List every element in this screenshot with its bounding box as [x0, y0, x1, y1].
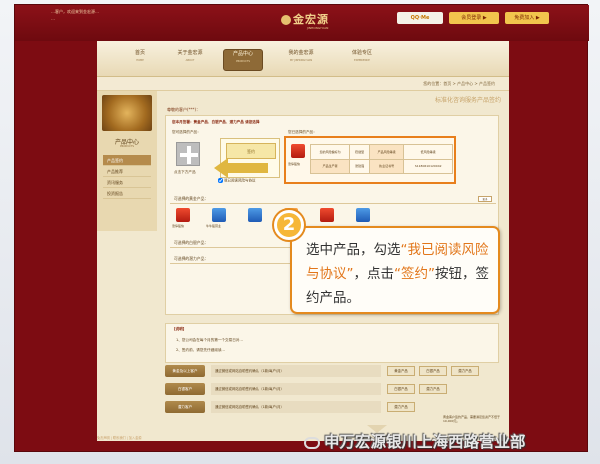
gold-product-2-icon[interactable] — [212, 208, 226, 222]
potential-customer-row: 潜力客户 通过微信或网站自助签约确认（1款/每户/月） 潜力产品 — [165, 401, 499, 413]
gold-product-1-icon[interactable] — [176, 208, 190, 222]
gold-product-6-icon[interactable] — [356, 208, 370, 222]
selected-product-name: 涨停股快 — [288, 162, 301, 166]
site-header: …客户，欢迎来到金宏源… … 金宏源 JINHONGYUAN QQ·Me 会员登… — [15, 5, 589, 41]
qq-button[interactable]: QQ·Me — [397, 12, 443, 24]
nav-item-experience[interactable]: 体验专区 EXPERIENCE — [339, 49, 385, 71]
gold-product-button[interactable]: 黄金产品 — [387, 366, 415, 376]
silver-product-button[interactable]: 白银产品 — [419, 366, 447, 376]
breadcrumb[interactable]: 您的位置：首页 > 产品中心 > 产品签约 — [423, 81, 495, 87]
sidebar-item-info[interactable]: 资讯服务 — [103, 177, 151, 188]
info-cell: 稳健型 — [349, 144, 370, 160]
row-label: 白银客户 — [165, 383, 205, 395]
selected-product-box: 涨停股快 您的风险偏好为 稳健型 产品风险等级 低风险等级 产品生产者 张建强 — [284, 136, 456, 184]
potential-product-button[interactable]: 潜力产品 — [387, 402, 415, 412]
sidebar-item-sign[interactable]: 产品签约 — [103, 155, 151, 166]
gold-section-header: 可选择的黄金产品： 更多 — [170, 194, 496, 204]
explain-title: 【说明】 — [172, 327, 187, 331]
product-bull-icon[interactable] — [291, 144, 305, 158]
potential-product-button[interactable]: 潜力产品 — [419, 384, 447, 394]
header-top-text-2: … — [51, 16, 55, 21]
row-text: 通过微信或网站自助签约确认（1款/每户/月） — [211, 365, 381, 377]
choose-label: 您可选择的产品： — [172, 130, 201, 134]
more-button[interactable]: 更多 — [478, 196, 492, 202]
logo-icon — [281, 15, 291, 25]
site-logo[interactable]: 金宏源 — [281, 11, 329, 27]
potential-product-button[interactable]: 潜力产品 — [451, 366, 479, 376]
greeting: 尊敬的客户(***)： — [167, 107, 201, 112]
info-cell: 张建强 — [349, 158, 370, 174]
info-cell: 产品生产者 — [309, 158, 351, 174]
row-text: 通过微信或网站自助签约确认（1款/每户/月） — [211, 401, 381, 413]
plus-caption: 点击下方产品 — [174, 170, 196, 174]
sidebar-menu: 产品签约 产品推荐 资讯服务 投资报告 — [103, 155, 151, 199]
gold-section-label: 可选择的黄金产品： — [174, 196, 209, 201]
slide-page: …客户，欢迎来到金宏源… … 金宏源 JINHONGYUAN QQ·Me 会员登… — [0, 0, 600, 464]
left-arrow-icon — [214, 158, 228, 178]
nav-item-about[interactable]: 关于金宏源 ABOUT — [167, 49, 213, 71]
sidebar-item-report[interactable]: 投资报告 — [103, 188, 151, 199]
gold-product-2-label: 牛牛股营业 — [206, 224, 222, 228]
watermark: 申万宏源银川上海西路营业部 — [304, 430, 594, 454]
agree-checkbox-row[interactable]: 我已阅读风险与协议 — [218, 178, 256, 184]
left-arrow-bar — [228, 163, 268, 173]
silver-customer-row: 白银客户 通过微信或网站自助签约确认（1款/每户/月） 白银产品 潜力产品 — [165, 383, 499, 395]
explain-line-1: 1、您公司会在每个月的第一个交易日对… — [176, 338, 243, 342]
nav-item-products[interactable]: 产品中心 PRODUCTS — [223, 49, 263, 71]
breadcrumb-bar: 您的位置：首页 > 产品中心 > 产品签约 — [97, 77, 509, 91]
nav-item-home[interactable]: 首页 HOME — [123, 49, 157, 71]
sidebar: 产品中心 PRODUCTS 产品签约 产品推荐 资讯服务 投资报告 — [97, 91, 157, 231]
gold-product-5-icon[interactable] — [320, 208, 334, 222]
gold-product-3-icon[interactable] — [248, 208, 262, 222]
wechat-icon — [304, 436, 320, 449]
row-text: 通过微信或网站自助签约确认（1款/每户/月） — [211, 383, 381, 395]
product-info-table: 您的风险偏好为 稳健型 产品风险等级 低风险等级 产品生产者 张建强 执业证书号… — [309, 144, 453, 174]
login-button[interactable]: 会员登录 ▶ — [449, 12, 499, 24]
row-label: 黄金及以上客户 — [165, 365, 205, 377]
logo-text: 金宏源 — [293, 13, 329, 26]
gold-product-1-label: 涨停股快 — [172, 224, 185, 228]
main-nav: 首页 HOME 关于金宏源 ABOUT 产品中心 PRODUCTS 我的金宏源 MY J… — [97, 41, 509, 77]
sidebar-subtitle: PRODUCTS — [120, 145, 134, 148]
explain-line-2: 2、签约前，请您先仔细阅读… — [176, 348, 226, 352]
agree-checkbox[interactable] — [218, 178, 223, 183]
sign-button[interactable]: 签约 — [226, 143, 276, 159]
silver-product-button[interactable]: 白银产品 — [387, 384, 415, 394]
gold-customer-row: 黄金及以上客户 通过微信或网站自助签约确认（1款/每户/月） 黄金产品 白银产品… — [165, 365, 499, 377]
selected-label: 您已选择的产品： — [288, 130, 317, 134]
step-number-badge: 2 — [274, 210, 304, 240]
explanation-box: 【说明】 1、您公司会在每个月的第一个交易日对… 2、签约前，请您先仔细阅读… — [165, 323, 499, 363]
info-cell: 您的风险偏好为 — [309, 144, 351, 160]
header-top-text: …客户，欢迎来到金宏源… — [51, 9, 99, 14]
info-cell: 执业证书号 — [368, 158, 405, 174]
info-cell: S1180610120042 — [403, 158, 453, 174]
row-label: 潜力客户 — [165, 401, 205, 413]
add-product-icon[interactable] — [176, 142, 200, 166]
sidebar-banner-image — [102, 95, 152, 131]
logo-subtitle: JINHONGYUAN — [307, 26, 329, 30]
sidebar-item-recommend[interactable]: 产品推荐 — [103, 166, 151, 177]
page-title: 标准化咨询服务产品签约 — [434, 97, 501, 104]
nav-item-my-account[interactable]: 我的金宏源 MY JINHONGYUAN — [273, 49, 329, 71]
intro-text: 您本月签署：黄金产品、白银产品、潜力产品 请您选择 — [172, 120, 260, 124]
register-button[interactable]: 免费加入 ▶ — [505, 12, 549, 24]
info-cell: 低风险等级 — [403, 144, 453, 160]
info-cell: 产品风险等级 — [368, 144, 405, 160]
agree-label: 我已阅读风险与协议 — [224, 178, 256, 183]
customer-note: 黄金客户签约产品，需要满足您资产不低于10,000元。 — [443, 415, 501, 423]
instruction-callout: 选中产品，勾选“我已阅读风险与协议”，点击“签约”按钮，签约产品。 — [290, 226, 500, 314]
callout-text: 选中产品，勾选“我已阅读风险与协议”，点击“签约”按钮，签约产品。 — [306, 242, 489, 306]
